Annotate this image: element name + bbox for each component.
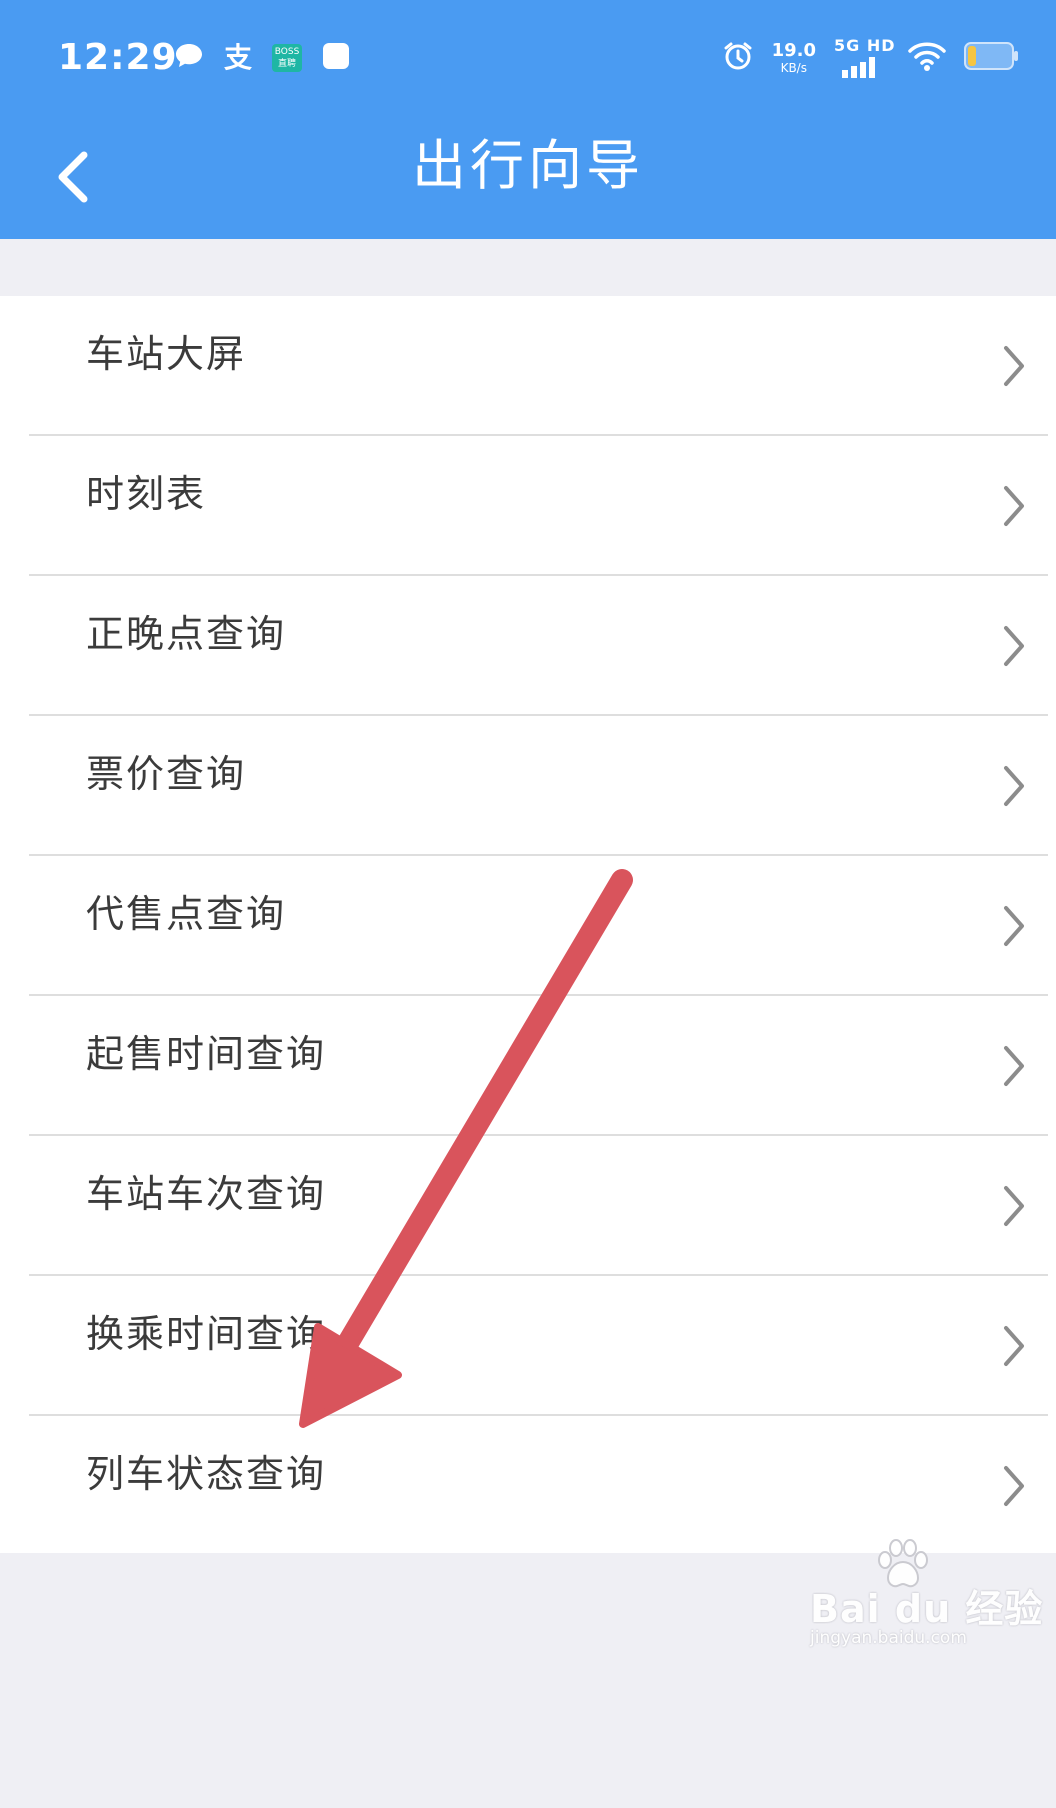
system-icons: 19.0 KB/s 5G HD: [722, 34, 1020, 82]
menu-item[interactable]: 列车状态查询: [0, 1416, 1056, 1556]
app-header: 12:29 支 BOSS 直聘 19.0 KB/s 5G HD 出行向导: [0, 0, 1056, 239]
watermark-brand: Bai du 经验: [810, 1587, 1044, 1631]
chevron-right-icon: [1004, 486, 1024, 526]
menu-item-label: 列车状态查询: [86, 1452, 327, 1496]
alarm-icon: [722, 40, 754, 76]
signal-icon: [842, 57, 875, 78]
chevron-right-icon: [1004, 766, 1024, 806]
app-screen: 12:29 支 BOSS 直聘 19.0 KB/s 5G HD 出行向导 车站大…: [0, 0, 1056, 1808]
chevron-right-icon: [1004, 906, 1024, 946]
chevron-right-icon: [1004, 626, 1024, 666]
network-type: 5G HD: [834, 36, 896, 55]
nav-bar: 出行向导: [0, 115, 1056, 239]
status-bar: 12:29 支 BOSS 直聘 19.0 KB/s 5G HD: [0, 0, 1056, 115]
watermark-url: jingyan.baidu.com: [810, 1628, 967, 1648]
baidu-jingyan-watermark: Bai du 经验 jingyan.baidu.com: [810, 1538, 1042, 1648]
menu-item-label: 时刻表: [86, 472, 207, 516]
menu-item-label: 票价查询: [86, 752, 247, 796]
network-speed: 19.0 KB/s: [771, 40, 816, 75]
boss-badge-top: BOSS: [274, 47, 300, 57]
chevron-right-icon: [1004, 1186, 1024, 1226]
menu-item-label: 换乘时间查询: [86, 1312, 327, 1356]
speed-unit: KB/s: [780, 61, 807, 75]
menu-item-label: 车站车次查询: [86, 1172, 327, 1216]
menu-item-label: 正晚点查询: [86, 612, 287, 656]
chevron-right-icon: [1004, 1046, 1024, 1086]
menu-item[interactable]: 正晚点查询: [0, 576, 1056, 716]
menu-item[interactable]: 车站车次查询: [0, 1136, 1056, 1276]
menu-item[interactable]: 时刻表: [0, 436, 1056, 576]
network-indicator: 5G HD: [834, 36, 895, 80]
menu-item[interactable]: 代售点查询: [0, 856, 1056, 996]
message-icon: [174, 42, 204, 74]
status-time: 12:29: [58, 37, 178, 78]
notification-icons: 支 BOSS 直聘: [174, 38, 350, 78]
menu-item[interactable]: 换乘时间查询: [0, 1276, 1056, 1416]
menu-item[interactable]: 票价查询: [0, 716, 1056, 856]
menu-item[interactable]: 车站大屏: [0, 296, 1056, 436]
page-title: 出行向导: [412, 134, 644, 197]
menu-item-label: 代售点查询: [86, 892, 287, 936]
chevron-right-icon: [1004, 1466, 1024, 1506]
alipay-icon: 支: [224, 41, 253, 74]
menu-list: 车站大屏时刻表正晚点查询票价查询代售点查询起售时间查询 车站车次查询 换乘时间查询列…: [0, 296, 1056, 1553]
chevron-right-icon: [1004, 346, 1024, 386]
battery-icon: [964, 41, 1020, 75]
speed-value: 19.0: [771, 40, 816, 61]
wifi-icon: [908, 40, 946, 76]
menu-item-label: 起售时间查询: [86, 1032, 327, 1076]
menu-item[interactable]: 起售时间查询: [0, 996, 1056, 1136]
boss-badge-bottom: 直聘: [278, 59, 297, 69]
boss-zhipin-icon: BOSS 直聘: [272, 44, 303, 72]
chevron-right-icon: [1004, 1326, 1024, 1366]
square-app-icon: [322, 42, 350, 74]
menu-item-label: 车站大屏: [86, 332, 247, 376]
